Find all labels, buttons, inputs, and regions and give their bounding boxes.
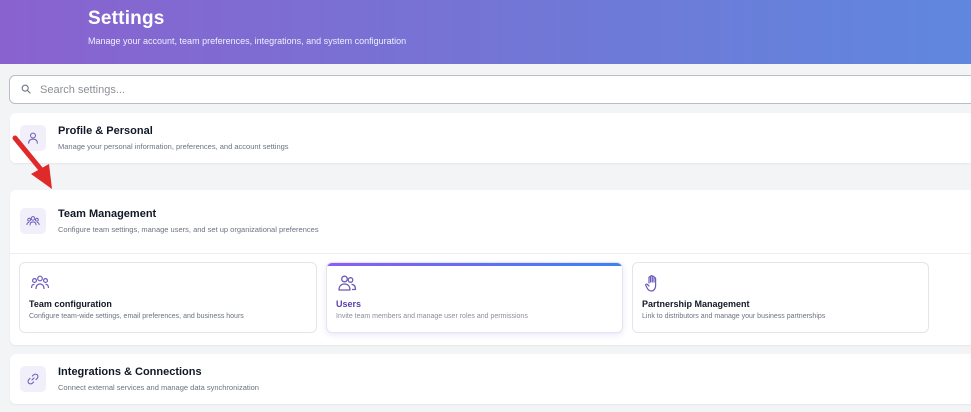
search-bar[interactable] <box>9 75 971 104</box>
section-team-management: Team Management Configure team settings,… <box>10 190 971 345</box>
active-indicator <box>327 263 622 266</box>
page-title: Settings <box>88 8 165 29</box>
section-profile-title: Profile & Personal <box>58 125 153 137</box>
section-integrations-title: Integrations & Connections <box>58 366 202 378</box>
divider <box>10 253 971 254</box>
section-team-title: Team Management <box>58 208 157 220</box>
team-configuration-description: Configure team-wide settings, email pref… <box>29 313 244 320</box>
partnership-management-card[interactable]: Partnership Management Link to distribut… <box>632 262 929 333</box>
annotation-arrow-icon <box>12 135 52 189</box>
team-config-icon <box>30 273 50 293</box>
search-icon <box>21 81 31 99</box>
users-title: Users <box>336 299 362 309</box>
section-team-description: Configure team settings, manage users, a… <box>58 225 319 234</box>
section-profile-description: Manage your personal information, prefer… <box>58 142 289 151</box>
section-profile[interactable]: Profile & Personal Manage your personal … <box>10 113 971 163</box>
page-header: Settings Manage your account, team prefe… <box>0 0 971 64</box>
page-subtitle: Manage your account, team preferences, i… <box>88 36 407 46</box>
hand-icon <box>643 273 663 293</box>
team-configuration-card[interactable]: Team configuration Configure team-wide s… <box>19 262 317 333</box>
users-group-icon <box>20 208 46 234</box>
users-icon <box>337 273 357 293</box>
partnership-management-description: Link to distributors and manage your bus… <box>642 313 826 320</box>
partnership-management-title: Partnership Management <box>642 299 750 309</box>
users-card[interactable]: Users Invite team members and manage use… <box>326 262 623 333</box>
section-integrations[interactable]: Integrations & Connections Connect exter… <box>10 354 971 404</box>
link-icon <box>20 366 46 392</box>
search-input[interactable] <box>40 83 740 96</box>
section-integrations-description: Connect external services and manage dat… <box>58 383 259 392</box>
team-configuration-title: Team configuration <box>29 299 112 309</box>
users-description: Invite team members and manage user role… <box>336 313 528 320</box>
